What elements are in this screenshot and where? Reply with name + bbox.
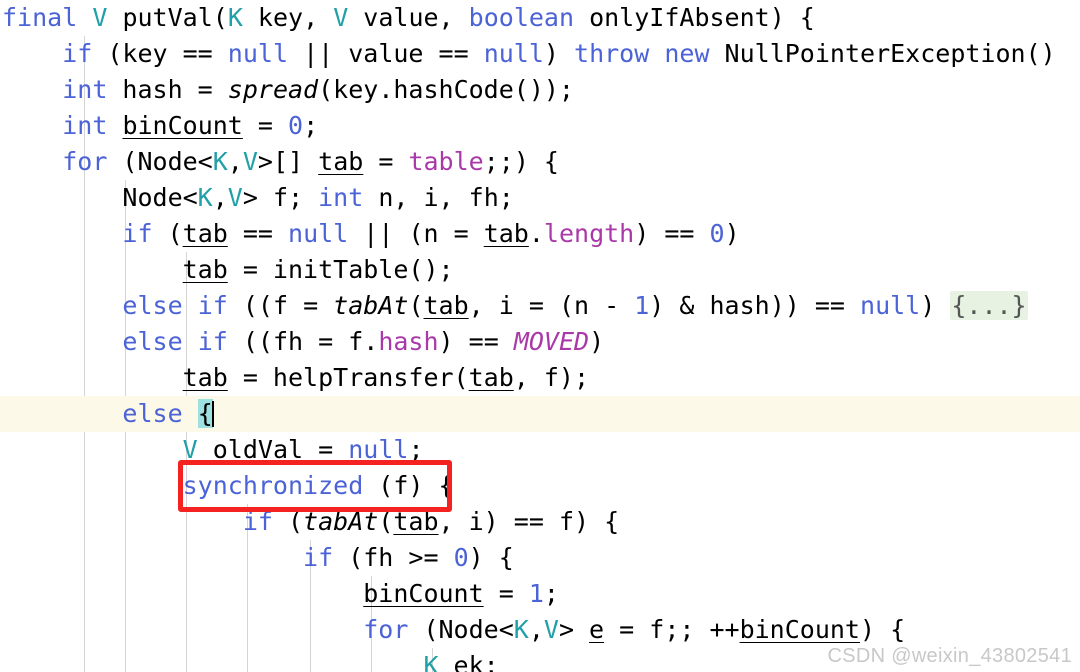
token-local-var: tab <box>423 291 469 320</box>
code-line[interactable]: if (tab == null || (n = tab.length) == 0… <box>0 216 1080 252</box>
token-keyword: if <box>62 39 93 68</box>
token-local-var: tab <box>318 147 364 176</box>
token-static-method: tabAt <box>303 507 379 536</box>
code-line[interactable]: tab = initTable(); <box>0 252 1080 288</box>
token-field: table <box>408 147 484 176</box>
code-line[interactable]: if (fh >= 0) { <box>0 540 1080 576</box>
token-keyword: null <box>288 219 349 248</box>
token-type-param: V <box>227 183 243 212</box>
code-line[interactable]: Node<K,V> f; int n, i, fh; <box>0 180 1080 216</box>
token-local-var: binCount <box>363 579 484 608</box>
token-local-var: e <box>589 615 605 644</box>
code-editor[interactable]: final V putVal(K key, V value, boolean o… <box>0 0 1080 672</box>
token-keyword: throw <box>574 39 650 68</box>
folded-code-block[interactable]: {...} <box>950 291 1028 320</box>
token-type-param: K <box>423 651 439 672</box>
token-local-var: tab <box>182 363 228 392</box>
token-local-var: tab <box>182 219 228 248</box>
token-keyword: else <box>122 327 183 356</box>
token-keyword: if <box>303 543 334 572</box>
token-keyword: int <box>62 75 108 104</box>
code-line[interactable]: tab = helpTransfer(tab, f); <box>0 360 1080 396</box>
token-number: 0 <box>453 543 469 572</box>
token-keyword: int <box>318 183 364 212</box>
token-type-param: V <box>92 3 108 32</box>
code-line[interactable]: if (key == null || value == null) throw … <box>0 36 1080 72</box>
token-number: 1 <box>528 579 544 608</box>
token-field: length <box>543 219 635 248</box>
token-keyword: for <box>62 147 108 176</box>
token-keyword: for <box>363 615 409 644</box>
code-line[interactable]: for (Node<K,V>[] tab = table;;) { <box>0 144 1080 180</box>
token-local-var: oldVal <box>212 435 304 464</box>
token-type-param: K <box>212 147 228 176</box>
token-keyword: null <box>860 291 921 320</box>
token-type-param: V <box>543 615 559 644</box>
token-keyword: int <box>62 111 108 140</box>
code-line[interactable]: for (Node<K,V> e = f;; ++binCount) { <box>0 612 1080 648</box>
token-keyword: if <box>122 219 153 248</box>
token-static-method: spread <box>227 75 319 104</box>
token-keyword: synchronized <box>182 471 364 500</box>
code-line[interactable]: if (tabAt(tab, i) == f) { <box>0 504 1080 540</box>
code-line[interactable]: int binCount = 0; <box>0 108 1080 144</box>
code-line[interactable]: int hash = spread(key.hashCode()); <box>0 72 1080 108</box>
watermark-text: CSDN @weixin_43802541 <box>827 645 1072 667</box>
token-type-param: K <box>513 615 529 644</box>
token-local-var: binCount <box>739 615 860 644</box>
token-keyword: null <box>227 39 289 68</box>
token-type-param: V <box>182 435 198 464</box>
token-local-var: tab <box>393 507 439 536</box>
token-type-param: V <box>242 147 258 176</box>
code-line[interactable]: else if ((fh = f.hash) == MOVED) <box>0 324 1080 360</box>
token-field: hash <box>378 327 439 356</box>
brace-match-highlight: { <box>197 399 213 428</box>
token-static-method: tabAt <box>333 291 409 320</box>
code-line[interactable]: V oldVal = null; <box>0 432 1080 468</box>
token-keyword: else <box>122 291 183 320</box>
token-keyword: final <box>2 3 78 32</box>
code-line-synchronized[interactable]: synchronized (f) { <box>0 468 1080 504</box>
token-keyword: new <box>664 39 710 68</box>
token-keyword: null <box>348 435 409 464</box>
token-local-var: tab <box>468 363 514 392</box>
code-line[interactable]: binCount = 1; <box>0 576 1080 612</box>
token-number: 1 <box>634 291 650 320</box>
token-keyword: if <box>197 327 228 356</box>
token-local-var: tab <box>182 255 228 284</box>
token-number: 0 <box>709 219 725 248</box>
token-type-param: K <box>227 3 243 32</box>
token-type-param: K <box>197 183 213 212</box>
token-static-field: MOVED <box>513 327 590 356</box>
code-line[interactable]: else if ((f = tabAt(tab, i = (n - 1) & h… <box>0 288 1080 324</box>
token-keyword: if <box>242 507 273 536</box>
token-number: 0 <box>288 111 304 140</box>
token-local-var: tab <box>483 219 529 248</box>
token-local-var: binCount <box>122 111 243 140</box>
code-line-current[interactable]: else { <box>0 396 1080 432</box>
token-keyword: else <box>122 399 183 428</box>
token-keyword: null <box>483 39 544 68</box>
token-keyword: boolean <box>468 3 575 32</box>
code-line[interactable]: final V putVal(K key, V value, boolean o… <box>0 0 1080 36</box>
token-type-param: V <box>333 3 349 32</box>
token-keyword: if <box>197 291 228 320</box>
text-caret <box>211 401 214 427</box>
